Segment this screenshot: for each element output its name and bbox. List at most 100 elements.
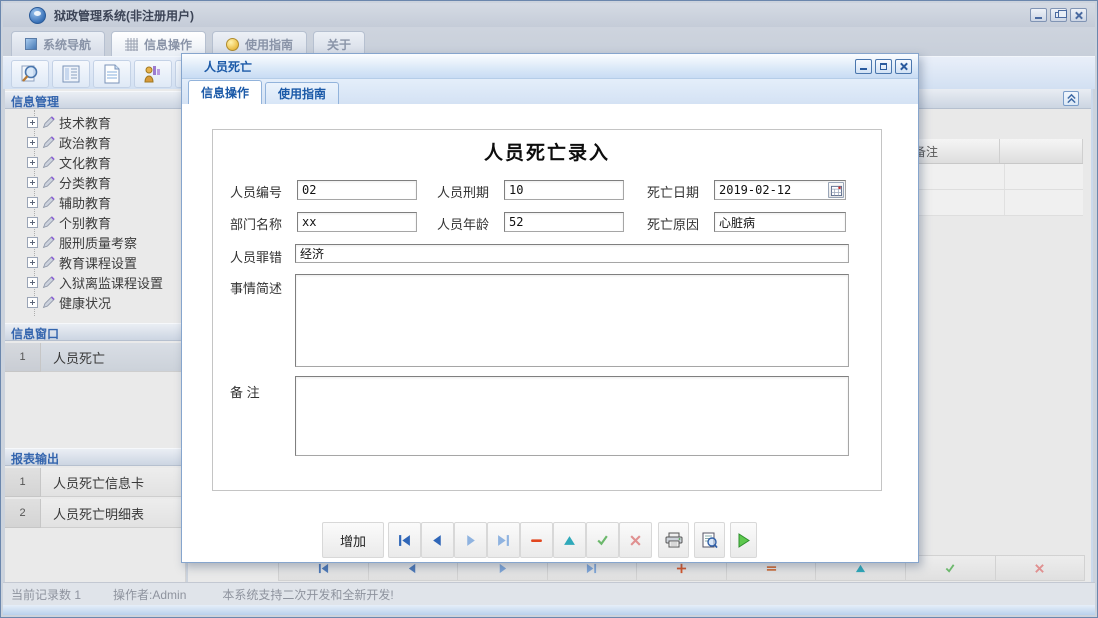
tree-item[interactable]: 入狱离监课程设置 xyxy=(27,272,185,292)
crime-input[interactable] xyxy=(295,244,849,263)
pen-icon xyxy=(42,255,55,268)
person-chart-icon xyxy=(144,66,160,83)
minimize-button[interactable] xyxy=(1030,8,1047,22)
tree-item[interactable]: 教育课程设置 xyxy=(27,252,185,272)
app-logo-icon xyxy=(29,6,46,24)
add-button[interactable]: 增加 xyxy=(322,522,384,558)
summary-textarea[interactable] xyxy=(295,274,849,367)
report-row-death-detail-table[interactable]: 2 人员死亡明细表 xyxy=(5,499,185,528)
dialog-close-button[interactable] xyxy=(895,58,912,74)
tree-item[interactable]: 政治教育 xyxy=(27,132,185,152)
expand-icon[interactable] xyxy=(27,256,38,268)
sentence-input[interactable] xyxy=(504,180,624,200)
tree-item[interactable]: 技术教育 xyxy=(27,112,185,132)
prev-record-icon xyxy=(433,534,441,546)
grid-column-empty xyxy=(1000,139,1083,163)
dialog-tab-info-operation[interactable]: 信息操作 xyxy=(188,80,263,104)
tree-item[interactable]: 服刑质量考察 xyxy=(27,232,185,252)
sidebar-header-info-window: 信息窗口 xyxy=(5,323,185,341)
print-button[interactable] xyxy=(658,522,689,558)
confirm-button[interactable] xyxy=(905,555,996,581)
document-button[interactable] xyxy=(93,60,131,88)
pen-icon xyxy=(42,235,55,248)
cancel-icon xyxy=(1035,563,1045,573)
expand-icon[interactable] xyxy=(27,156,38,168)
cancel-button[interactable] xyxy=(619,522,652,558)
first-record-button[interactable] xyxy=(388,522,421,558)
age-input[interactable] xyxy=(504,212,624,232)
delete-record-icon xyxy=(531,538,542,542)
tree-item-label: 技术教育 xyxy=(59,115,112,131)
tree-item[interactable]: 分类教育 xyxy=(27,172,185,192)
confirm-icon xyxy=(945,563,955,573)
tree-item-label: 教育课程设置 xyxy=(59,255,138,271)
sidebar: 信息管理 技术教育 政治教育 文化教育 分类教育 辅助教育 个别教育 服刑质量考… xyxy=(5,89,186,582)
restore-icon xyxy=(1055,10,1067,18)
death-cause-input[interactable] xyxy=(714,212,846,232)
crime-label: 人员罪错 xyxy=(230,250,283,265)
menu-tab-bar: 系统导航 信息操作 使用指南 关于 xyxy=(3,27,1095,56)
record-count: 当前记录数 1 xyxy=(11,587,82,602)
close-button[interactable] xyxy=(1070,8,1087,22)
window-controls xyxy=(1030,8,1087,22)
delete-record-button[interactable] xyxy=(520,522,553,558)
expand-icon[interactable] xyxy=(27,176,38,188)
tree-item-label: 政治教育 xyxy=(59,135,112,151)
next-record-icon xyxy=(499,563,507,573)
pen-icon xyxy=(42,135,55,148)
print-preview-button[interactable] xyxy=(694,522,725,558)
date-picker-button[interactable] xyxy=(828,182,844,198)
death-date-label: 死亡日期 xyxy=(647,185,700,200)
sidebar-header-info-management: 信息管理 xyxy=(5,91,185,109)
dialog-tab-user-guide[interactable]: 使用指南 xyxy=(265,82,340,104)
collapse-panel-icon xyxy=(1066,93,1076,104)
search-button[interactable] xyxy=(11,60,49,88)
edit-record-button[interactable] xyxy=(553,522,586,558)
pen-icon xyxy=(42,115,55,128)
run-icon xyxy=(738,532,750,548)
restore-button[interactable] xyxy=(1050,8,1067,22)
tree-item-label: 入狱离监课程设置 xyxy=(59,275,164,291)
expand-icon[interactable] xyxy=(27,276,38,288)
person-chart-button[interactable] xyxy=(134,60,172,88)
info-window-row-person-death[interactable]: 1 人员死亡 xyxy=(5,343,185,372)
tree-item-label: 辅助教育 xyxy=(59,195,112,211)
grid-icon xyxy=(125,37,139,51)
row-number: 1 xyxy=(5,468,41,497)
form-button[interactable] xyxy=(52,60,90,88)
run-button[interactable] xyxy=(730,522,757,558)
expand-icon[interactable] xyxy=(27,296,38,308)
tree-item[interactable]: 个别教育 xyxy=(27,212,185,232)
tree-item[interactable]: 辅助教育 xyxy=(27,192,185,212)
expand-icon[interactable] xyxy=(27,236,38,248)
collapse-panel-button[interactable] xyxy=(1063,91,1079,106)
cancel-button[interactable] xyxy=(995,555,1086,581)
expand-icon[interactable] xyxy=(27,136,38,148)
sentence-label: 人员刑期 xyxy=(437,185,490,200)
status-bar: 当前记录数 1 操作者:Admin 本系统支持二次开发和全新开发! xyxy=(3,582,1095,605)
expand-icon[interactable] xyxy=(27,196,38,208)
expand-icon[interactable] xyxy=(27,116,38,128)
tree-item[interactable]: 健康状况 xyxy=(27,292,185,312)
row-label: 人员死亡 xyxy=(41,343,185,372)
confirm-button[interactable] xyxy=(586,522,619,558)
last-record-icon xyxy=(587,563,597,573)
department-input[interactable] xyxy=(297,212,417,232)
prev-record-button[interactable] xyxy=(421,522,454,558)
report-row-death-info-card[interactable]: 1 人员死亡信息卡 xyxy=(5,468,185,497)
system-nav-icon xyxy=(25,38,37,50)
remark-textarea[interactable] xyxy=(295,376,849,456)
tree-item[interactable]: 文化教育 xyxy=(27,152,185,172)
expand-icon[interactable] xyxy=(27,216,38,228)
person-id-input[interactable] xyxy=(297,180,417,200)
next-record-button[interactable] xyxy=(454,522,487,558)
death-date-input[interactable] xyxy=(714,180,846,200)
last-record-button[interactable] xyxy=(487,522,520,558)
tab-system-nav[interactable]: 系统导航 xyxy=(11,31,106,56)
first-record-icon xyxy=(318,563,328,573)
confirm-icon xyxy=(597,535,608,545)
prev-record-icon xyxy=(409,563,416,573)
dialog-title: 人员死亡 xyxy=(204,59,253,74)
dialog-minimize-button[interactable] xyxy=(855,58,872,74)
dialog-maximize-button[interactable] xyxy=(875,58,892,74)
